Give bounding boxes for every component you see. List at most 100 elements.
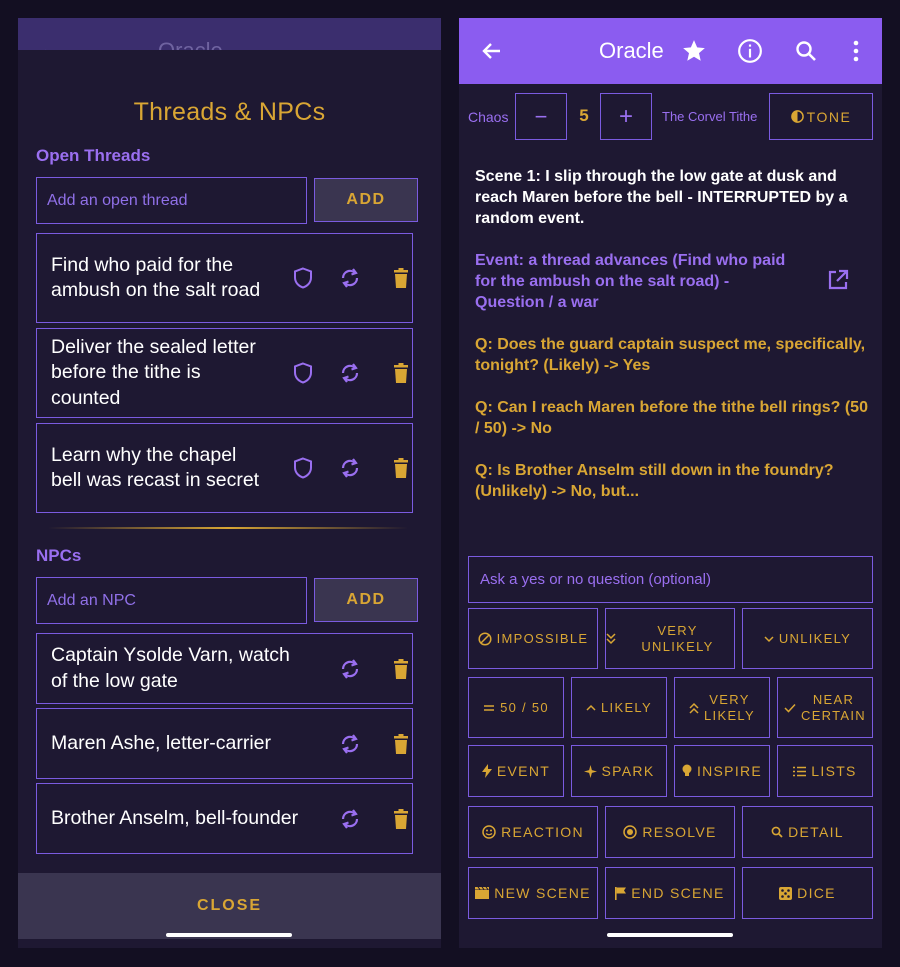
info-icon (738, 39, 762, 63)
cycle-icon[interactable] (338, 657, 362, 681)
trash-icon[interactable] (389, 807, 413, 831)
new-scene-button[interactable]: NEW SCENE (468, 867, 598, 919)
cycle-icon[interactable] (338, 807, 362, 831)
thread-text: Deliver the sealed letter before the tit… (51, 335, 256, 409)
cycle-icon[interactable] (338, 732, 362, 756)
thread-input[interactable]: Add an open thread (36, 177, 307, 224)
dice-button[interactable]: DICE (742, 867, 873, 919)
very-likely-label-line2: LIKELY (704, 707, 755, 723)
chaos-value: 5 (579, 106, 589, 125)
check-icon (784, 703, 796, 713)
inspire-button[interactable]: INSPIRE (674, 745, 770, 797)
add-npc-button[interactable]: ADD (314, 578, 418, 622)
more-vert-icon (853, 40, 859, 62)
lightning-icon (481, 764, 492, 778)
npc-text: Brother Anselm, bell-founder (51, 806, 299, 829)
spark-label: SPARK (601, 763, 655, 779)
near-certain-label-line1: NEAR (812, 691, 855, 707)
new-scene-label: NEW SCENE (494, 885, 591, 901)
likely-button[interactable]: LIKELY (571, 677, 667, 738)
trash-icon[interactable] (389, 266, 413, 290)
dice-icon (779, 886, 793, 900)
lists-button[interactable]: LISTS (777, 745, 873, 797)
npc-card: Brother Anselm, bell-founder (36, 783, 413, 854)
chaos-label: Chaos (468, 109, 509, 125)
scene-log: Scene 1: I slip through the low gate at … (475, 166, 870, 523)
search-button[interactable] (791, 18, 821, 84)
npc-input[interactable]: Add an NPC (36, 577, 307, 624)
dialog-title: Threads & NPCs (133, 98, 326, 126)
detail-button[interactable]: DETAIL (742, 806, 873, 858)
magnifier-icon (771, 826, 783, 838)
home-indicator[interactable] (166, 933, 292, 937)
event-button[interactable]: EVENT (468, 745, 564, 797)
open-external-icon[interactable] (826, 268, 850, 292)
unlikely-button[interactable]: UNLIKELY (742, 608, 873, 669)
shield-icon[interactable] (291, 361, 315, 385)
favorite-button[interactable] (679, 18, 709, 84)
trash-icon[interactable] (389, 456, 413, 480)
add-thread-button[interactable]: ADD (314, 178, 418, 222)
very-likely-label-line1: VERY (709, 691, 750, 707)
near-certain-button[interactable]: NEAR CERTAIN (777, 677, 873, 738)
cycle-icon[interactable] (338, 361, 362, 385)
overflow-menu-button[interactable] (843, 18, 869, 84)
cycle-icon[interactable] (338, 266, 362, 290)
home-indicator[interactable] (607, 933, 733, 937)
trash-icon[interactable] (389, 657, 413, 681)
target-icon (623, 825, 638, 839)
very-likely-button[interactable]: VERY LIKELY (674, 677, 770, 738)
reaction-button[interactable]: REACTION (468, 806, 598, 858)
double-chevron-up-icon (689, 702, 699, 714)
back-button[interactable] (473, 18, 511, 84)
double-chevron-down-icon (606, 632, 616, 644)
flag-icon (615, 886, 627, 900)
question-entry: Q: Is Brother Anselm still down in the f… (475, 462, 834, 500)
tone-label: TONE (806, 108, 852, 125)
inspire-label: INSPIRE (696, 763, 763, 779)
chaos-decrease-button[interactable]: − (515, 93, 567, 140)
list-icon (793, 766, 807, 776)
contrast-icon (790, 110, 804, 123)
info-button[interactable] (735, 18, 765, 84)
shield-icon[interactable] (291, 266, 315, 290)
very-unlikely-button[interactable]: VERY UNLIKELY (605, 608, 735, 669)
thread-card: Learn why the chapel bell was recast in … (36, 423, 413, 513)
end-scene-label: END SCENE (631, 885, 725, 901)
thread-text: Learn why the chapel bell was recast in … (51, 443, 260, 492)
npcs-label: NPCs (36, 546, 82, 565)
npc-card: Captain Ysolde Varn, watch of the low ga… (36, 633, 413, 704)
resolve-label: RESOLVE (642, 824, 717, 840)
spark-button[interactable]: SPARK (571, 745, 667, 797)
equals-icon (484, 704, 495, 711)
trash-icon[interactable] (389, 732, 413, 756)
scene-entry: Scene 1: I slip through the low gate at … (475, 168, 848, 227)
smiley-icon (482, 825, 496, 839)
event-entry: Event: a thread advances (Find who paid … (475, 252, 786, 311)
likely-label: LIKELY (601, 699, 652, 715)
shield-icon[interactable] (291, 456, 315, 480)
threads-npcs-screen: ← Oracle Threads & NPCs Open Threads Add… (18, 18, 441, 948)
npc-text: Maren Ashe, letter-carrier (51, 731, 271, 754)
chevron-down-icon (764, 635, 774, 642)
adventure-title[interactable]: The Corvel Tithe (662, 109, 757, 124)
question-input[interactable]: Ask a yes or no question (optional) (468, 556, 873, 603)
star-icon (683, 40, 705, 61)
fifty-fifty-button[interactable]: 50 / 50 (468, 677, 564, 738)
trash-icon[interactable] (389, 361, 413, 385)
chevron-up-icon (586, 704, 596, 711)
end-scene-button[interactable]: END SCENE (605, 867, 735, 919)
resolve-button[interactable]: RESOLVE (605, 806, 735, 858)
thread-card: Find who paid for the ambush on the salt… (36, 233, 413, 323)
question-entry: Q: Does the guard captain suspect me, sp… (475, 336, 866, 374)
chaos-increase-button[interactable]: + (600, 93, 652, 140)
very-unlikely-label: VERY UNLIKELY (641, 622, 714, 654)
impossible-button[interactable]: IMPOSSIBLE (468, 608, 598, 669)
cycle-icon[interactable] (338, 456, 362, 480)
clapperboard-icon (475, 887, 490, 899)
close-button[interactable]: CLOSE (18, 873, 441, 939)
section-divider (48, 527, 408, 529)
tone-button[interactable]: TONE (769, 93, 873, 140)
impossible-label: IMPOSSIBLE (496, 630, 589, 646)
fifty-fifty-label: 50 / 50 (500, 699, 549, 715)
